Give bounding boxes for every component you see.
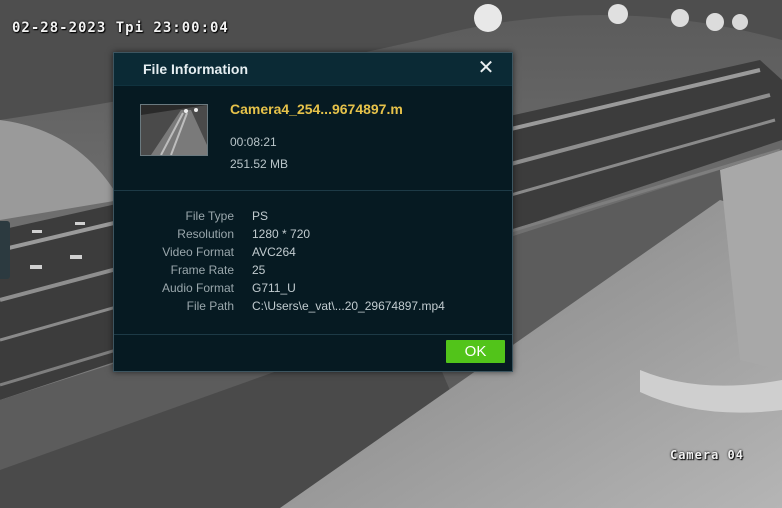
- property-label: File Path: [186, 299, 234, 313]
- property-label: Resolution: [177, 227, 234, 241]
- property-row: Audio Format G711_U: [114, 281, 512, 299]
- property-row: File Type PS: [114, 209, 512, 227]
- close-icon[interactable]: ✕: [477, 58, 495, 78]
- property-row: Video Format AVC264: [114, 245, 512, 263]
- divider: [114, 334, 512, 335]
- file-name: Camera4_254...9674897.m: [230, 101, 403, 117]
- property-label: Audio Format: [161, 281, 234, 295]
- property-label: Video Format: [162, 245, 234, 259]
- osd-timestamp: 02-28-2023 Tpi 23:00:04: [12, 20, 229, 36]
- file-size: 251.52 MB: [230, 157, 289, 171]
- property-value: PS: [252, 209, 269, 223]
- file-information-dialog: File Information ✕ Camera4_254...9674897…: [113, 52, 513, 372]
- property-label: Frame Rate: [170, 263, 234, 277]
- dialog-title: File Information: [143, 61, 248, 77]
- video-thumbnail: [140, 104, 208, 156]
- property-value: G711_U: [252, 281, 296, 295]
- property-row: Frame Rate 25: [114, 263, 512, 281]
- dialog-titlebar: File Information ✕: [114, 53, 512, 86]
- property-value: AVC264: [252, 245, 296, 259]
- file-properties-list: File Type PS Resolution 1280 * 720 Video…: [114, 209, 512, 317]
- property-value: C:\Users\e_vat\...20_29674897.mp4: [252, 299, 445, 313]
- osd-camera-label: Camera 04: [669, 448, 744, 462]
- ok-button[interactable]: OK: [446, 340, 505, 363]
- property-row: File Path C:\Users\e_vat\...20_29674897.…: [114, 299, 512, 317]
- property-value: 1280 * 720: [252, 227, 311, 241]
- property-row: Resolution 1280 * 720: [114, 227, 512, 245]
- property-label: File Type: [185, 209, 234, 223]
- side-panel-handle[interactable]: [0, 221, 10, 279]
- file-duration: 00:08:21: [230, 135, 277, 149]
- divider: [114, 190, 512, 191]
- property-value: 25: [252, 263, 266, 277]
